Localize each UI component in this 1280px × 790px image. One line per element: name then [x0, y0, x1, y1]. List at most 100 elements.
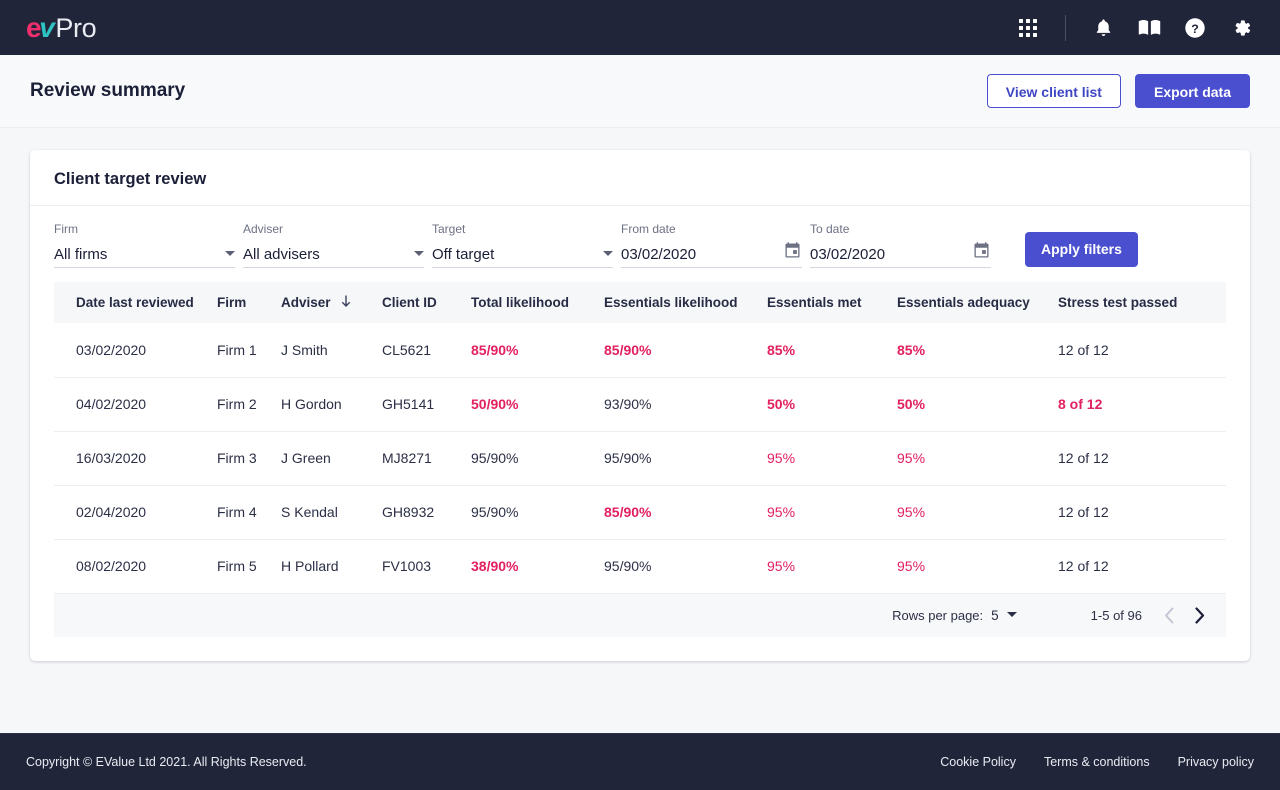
column-header-adviser[interactable]: Adviser	[281, 282, 382, 323]
main-content: Client target review Firm All firms Advi…	[0, 128, 1280, 733]
calendar-icon[interactable]	[783, 241, 802, 265]
column-header-essentials-met[interactable]: Essentials met	[767, 282, 897, 323]
from-date-filter[interactable]: From date 03/02/2020	[621, 222, 802, 268]
column-header-firm[interactable]: Firm	[217, 282, 281, 323]
column-header-adviser-label: Adviser	[281, 295, 331, 310]
table-row[interactable]: 08/02/2020Firm 5H PollardFV100338/90%95/…	[54, 539, 1226, 593]
cell-client-id: GH8932	[382, 485, 471, 539]
table-row[interactable]: 16/03/2020Firm 3J GreenMJ827195/90%95/90…	[54, 431, 1226, 485]
rows-per-page-value: 5	[991, 608, 999, 623]
calendar-icon[interactable]	[972, 241, 991, 265]
cell-essentials-likelihood: 85/90%	[604, 485, 767, 539]
column-header-essentials-likelihood[interactable]: Essentials likelihood	[604, 282, 767, 323]
cell-adviser: H Gordon	[281, 377, 382, 431]
book-icon[interactable]	[1136, 15, 1162, 41]
rows-per-page-label: Rows per page:	[892, 608, 983, 623]
cell-essentials-met: 95%	[767, 539, 897, 593]
table-row[interactable]: 02/04/2020Firm 4S KendalGH893295/90%85/9…	[54, 485, 1226, 539]
cell-adviser: J Smith	[281, 323, 382, 377]
cell-firm: Firm 2	[217, 377, 281, 431]
export-data-button[interactable]: Export data	[1135, 74, 1250, 108]
pagination-range-label: 1-5 of 96	[1091, 608, 1142, 623]
cell-adviser: H Pollard	[281, 539, 382, 593]
table-body: 03/02/2020Firm 1J SmithCL562185/90%85/90…	[54, 323, 1226, 593]
cell-stress-test-passed: 12 of 12	[1058, 485, 1226, 539]
terms-conditions-link[interactable]: Terms & conditions	[1044, 755, 1150, 769]
firm-filter-label: Firm	[54, 222, 235, 236]
cell-essentials-likelihood: 93/90%	[604, 377, 767, 431]
card-title: Client target review	[30, 150, 1250, 205]
cell-firm: Firm 1	[217, 323, 281, 377]
previous-page-button[interactable]	[1154, 601, 1184, 631]
cell-date-last-reviewed: 16/03/2020	[54, 431, 217, 485]
firm-filter-value: All firms	[54, 246, 107, 263]
cell-firm: Firm 3	[217, 431, 281, 485]
cell-total-likelihood: 95/90%	[471, 431, 604, 485]
apps-grid-icon[interactable]	[1015, 15, 1041, 41]
chevron-down-icon	[414, 251, 424, 256]
client-target-review-table: Date last reviewed Firm Adviser Client I…	[54, 282, 1226, 593]
apply-filters-button[interactable]: Apply filters	[1025, 232, 1138, 267]
page-title: Review summary	[30, 80, 185, 102]
column-header-total-likelihood[interactable]: Total likelihood	[471, 282, 604, 323]
cell-total-likelihood: 38/90%	[471, 539, 604, 593]
to-date-label: To date	[810, 222, 991, 236]
cell-total-likelihood: 50/90%	[471, 377, 604, 431]
top-navigation-bar: evPro ?	[0, 0, 1280, 55]
cell-client-id: GH5141	[382, 377, 471, 431]
table-header: Date last reviewed Firm Adviser Client I…	[54, 282, 1226, 323]
cell-client-id: FV1003	[382, 539, 471, 593]
firm-filter[interactable]: Firm All firms	[54, 222, 235, 268]
app-logo[interactable]: evPro	[26, 12, 96, 44]
cell-total-likelihood: 95/90%	[471, 485, 604, 539]
table-row[interactable]: 04/02/2020Firm 2H GordonGH514150/90%93/9…	[54, 377, 1226, 431]
cell-essentials-likelihood: 95/90%	[604, 539, 767, 593]
top-bar-icon-group: ?	[1015, 15, 1254, 41]
client-target-review-card: Client target review Firm All firms Advi…	[30, 150, 1250, 661]
privacy-policy-link[interactable]: Privacy policy	[1178, 755, 1254, 769]
cell-firm: Firm 4	[217, 485, 281, 539]
from-date-label: From date	[621, 222, 802, 236]
cell-essentials-adequacy: 85%	[897, 323, 1058, 377]
column-header-date-last-reviewed[interactable]: Date last reviewed	[54, 282, 217, 323]
cell-essentials-met: 95%	[767, 485, 897, 539]
logo-letter-v: v	[39, 12, 54, 44]
gear-icon[interactable]	[1228, 15, 1254, 41]
column-header-essentials-adequacy[interactable]: Essentials adequacy	[897, 282, 1058, 323]
svg-text:?: ?	[1191, 21, 1199, 35]
table-row[interactable]: 03/02/2020Firm 1J SmithCL562185/90%85/90…	[54, 323, 1226, 377]
cell-adviser: J Green	[281, 431, 382, 485]
adviser-filter[interactable]: Adviser All advisers	[243, 222, 424, 268]
cell-stress-test-passed: 12 of 12	[1058, 323, 1226, 377]
cell-stress-test-passed: 12 of 12	[1058, 431, 1226, 485]
page-header: Review summary View client list Export d…	[0, 55, 1280, 128]
table-pagination: Rows per page: 5 1-5 of 96	[54, 593, 1226, 637]
logo-word-pro: Pro	[55, 13, 96, 44]
cell-essentials-met: 85%	[767, 323, 897, 377]
cell-total-likelihood: 85/90%	[471, 323, 604, 377]
from-date-value: 03/02/2020	[621, 246, 696, 263]
copyright-text: Copyright © EValue Ltd 2021. All Rights …	[26, 755, 307, 769]
adviser-filter-value: All advisers	[243, 246, 320, 263]
table-header-row: Date last reviewed Firm Adviser Client I…	[54, 282, 1226, 323]
cookie-policy-link[interactable]: Cookie Policy	[940, 755, 1016, 769]
column-header-client-id[interactable]: Client ID	[382, 282, 471, 323]
cell-essentials-met: 50%	[767, 377, 897, 431]
chevron-down-icon	[1007, 612, 1017, 617]
cell-date-last-reviewed: 02/04/2020	[54, 485, 217, 539]
view-client-list-button[interactable]: View client list	[987, 74, 1121, 108]
target-filter[interactable]: Target Off target	[432, 222, 613, 268]
page-footer: Copyright © EValue Ltd 2021. All Rights …	[0, 733, 1280, 790]
cell-firm: Firm 5	[217, 539, 281, 593]
cell-adviser: S Kendal	[281, 485, 382, 539]
bell-icon[interactable]	[1090, 15, 1116, 41]
cell-essentials-adequacy: 95%	[897, 485, 1058, 539]
page-header-actions: View client list Export data	[987, 74, 1250, 108]
chevron-down-icon	[225, 251, 235, 256]
next-page-button[interactable]	[1184, 601, 1214, 631]
column-header-stress-test-passed[interactable]: Stress test passed	[1058, 282, 1226, 323]
to-date-filter[interactable]: To date 03/02/2020	[810, 222, 991, 268]
help-circle-icon[interactable]: ?	[1182, 15, 1208, 41]
rows-per-page-control[interactable]: Rows per page: 5	[892, 608, 1017, 623]
cell-stress-test-passed: 12 of 12	[1058, 539, 1226, 593]
